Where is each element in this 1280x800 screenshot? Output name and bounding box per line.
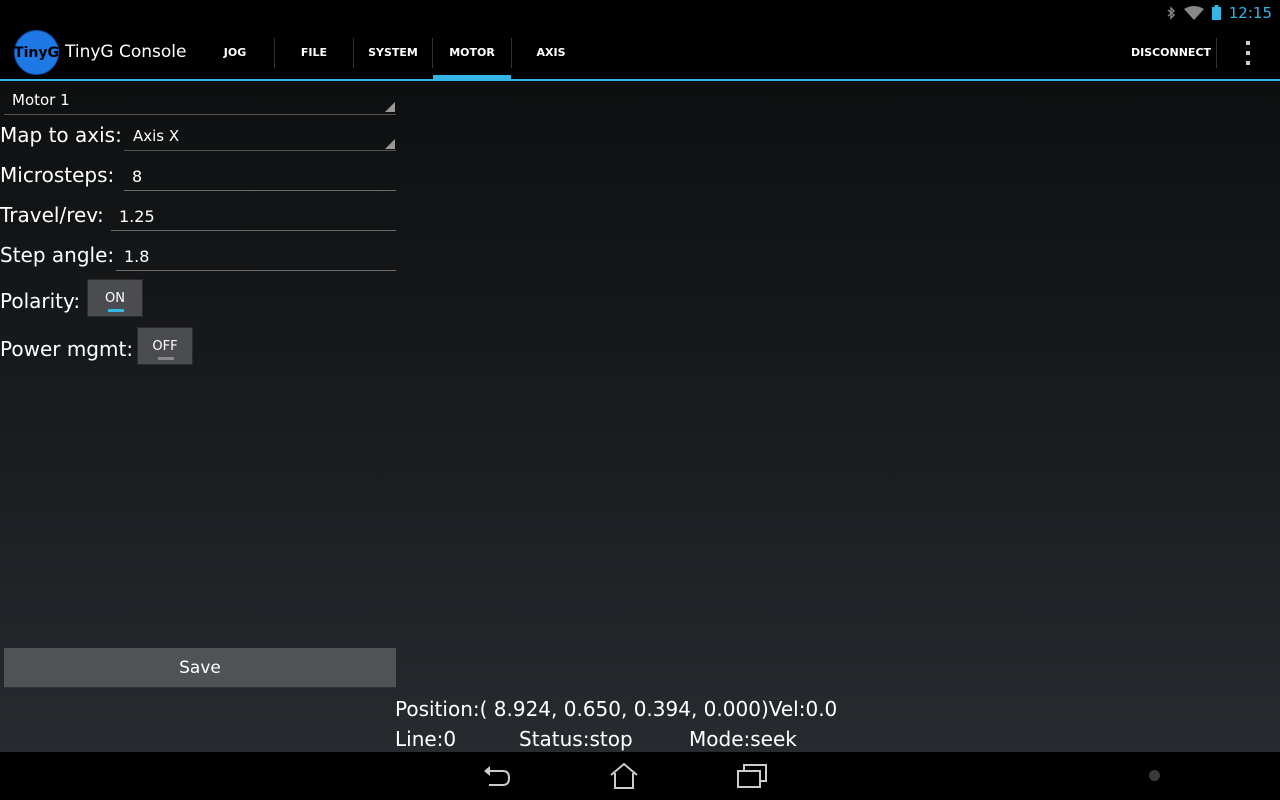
tab-axis[interactable]: AXIS [512, 25, 590, 79]
power-mgmt-label: Power mgmt: [0, 337, 134, 361]
step-angle-value: 1.8 [124, 247, 150, 266]
field-underline [111, 230, 396, 231]
mode-readout: Mode:seek [689, 727, 797, 751]
action-bar: TinyG TinyG Console JOG FILE SYSTEM MOTO… [0, 25, 1280, 81]
status-readout: Status:stop [519, 727, 633, 751]
action-divider [1216, 38, 1217, 68]
map-to-axis-select[interactable]: Axis X [124, 123, 396, 151]
app-title: TinyG Console [65, 42, 187, 62]
tab-jog[interactable]: JOG [196, 25, 274, 79]
motor-select[interactable]: Motor 1 [4, 85, 396, 115]
dropdown-arrow-icon [385, 139, 395, 149]
polarity-toggle-text: ON [105, 290, 125, 306]
overflow-menu-icon[interactable] [1240, 41, 1256, 65]
back-icon[interactable] [476, 760, 516, 792]
tab-file[interactable]: FILE [275, 25, 353, 79]
status-bar: 12:15 [0, 0, 1280, 25]
disconnect-button[interactable]: DISCONNECT [1126, 25, 1216, 79]
polarity-toggle[interactable]: ON [87, 279, 143, 317]
power-mgmt-toggle[interactable]: OFF [137, 327, 193, 365]
travel-rev-value: 1.25 [119, 207, 155, 226]
tab-system[interactable]: SYSTEM [354, 25, 432, 79]
position-readout: Position:( 8.924, 0.650, 0.394, 0.000)Ve… [395, 697, 838, 721]
clock: 12:15 [1228, 3, 1272, 22]
battery-icon [1211, 5, 1221, 20]
step-angle-label: Step angle: [0, 243, 115, 267]
travel-rev-label: Travel/rev: [0, 203, 104, 227]
save-button[interactable]: Save [4, 648, 396, 688]
toggle-indicator [158, 357, 174, 360]
home-icon[interactable] [604, 760, 644, 792]
bluetooth-icon [1167, 5, 1175, 20]
recent-apps-icon[interactable] [732, 760, 772, 792]
field-underline [124, 190, 396, 191]
travel-rev-field[interactable]: 1.25 [111, 203, 396, 231]
motor-settings-panel: Motor 1 Map to axis: Axis X Microsteps: … [0, 81, 1280, 752]
microsteps-value: 8 [132, 167, 143, 186]
line-readout: Line:0 [395, 727, 457, 751]
power-mgmt-toggle-text: OFF [152, 338, 178, 354]
dropdown-arrow-icon [385, 102, 395, 112]
field-underline [116, 270, 396, 271]
spinner-underline [4, 114, 396, 115]
toggle-indicator [108, 309, 124, 312]
motor-select-value: Motor 1 [12, 91, 70, 109]
map-to-axis-label: Map to axis: [0, 123, 122, 147]
map-to-axis-value: Axis X [133, 127, 180, 145]
polarity-label: Polarity: [0, 289, 81, 313]
spinner-underline [124, 150, 396, 151]
microsteps-label: Microsteps: [0, 163, 115, 187]
step-angle-field[interactable]: 1.8 [116, 243, 396, 271]
tab-motor[interactable]: MOTOR [433, 25, 511, 79]
menu-dot-icon [1149, 770, 1160, 781]
app-logo[interactable]: TinyG [14, 30, 59, 75]
navigation-bar [0, 752, 1280, 800]
microsteps-field[interactable]: 8 [124, 163, 396, 191]
wifi-icon [1183, 5, 1204, 20]
